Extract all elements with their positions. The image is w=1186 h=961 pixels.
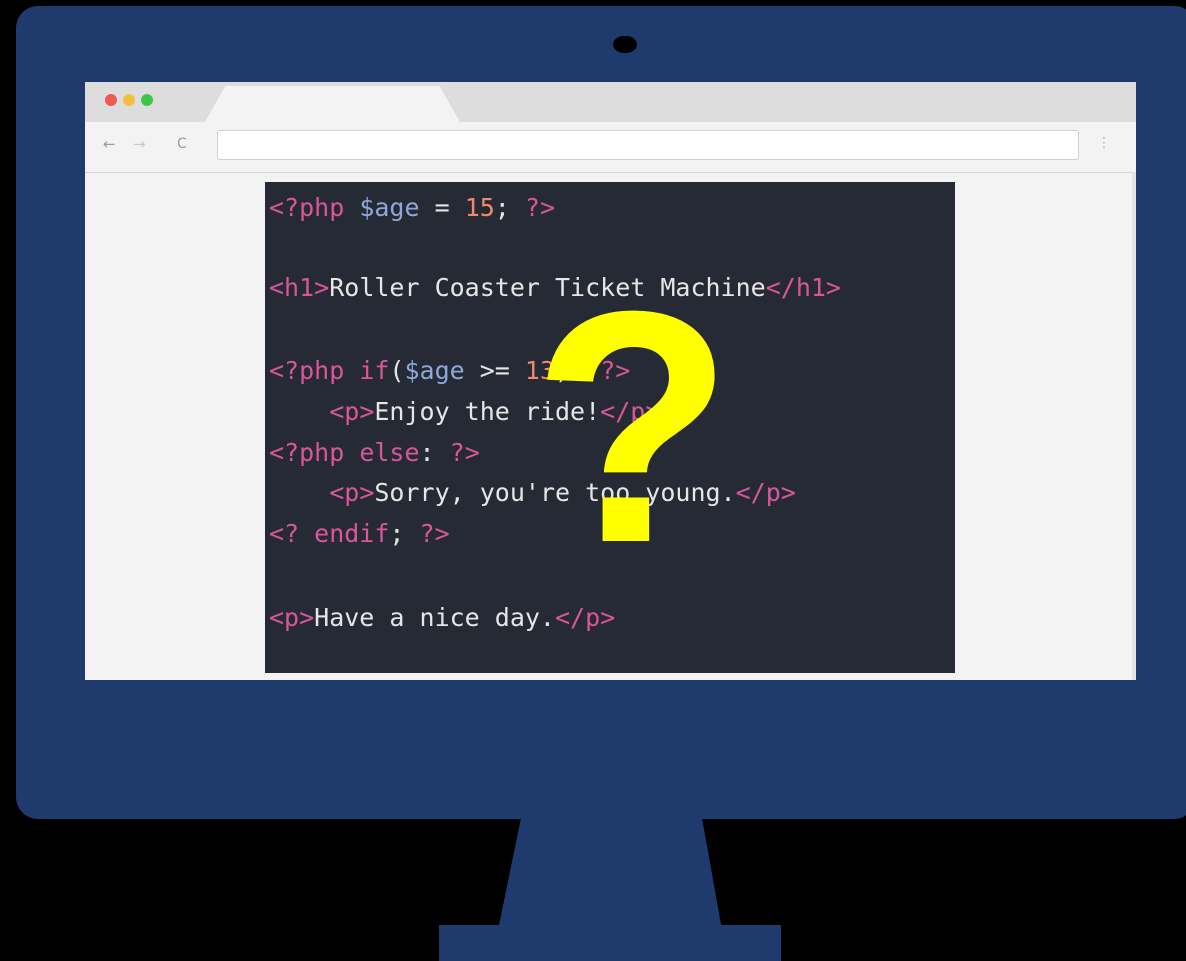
webcam-dot xyxy=(613,36,637,53)
browser-menu-icon[interactable]: ⋮ xyxy=(1097,135,1111,151)
back-arrow-icon[interactable]: ← xyxy=(103,134,116,154)
browser-tab[interactable] xyxy=(205,86,460,122)
tab-bar xyxy=(85,82,1136,122)
zoom-window-button[interactable] xyxy=(141,94,153,106)
window-edge xyxy=(1132,172,1136,680)
browser-toolbar: ← → C ⋮ xyxy=(85,122,1136,173)
reload-icon[interactable]: C xyxy=(177,134,187,154)
forward-arrow-icon[interactable]: → xyxy=(133,134,146,154)
address-bar-input[interactable] xyxy=(217,130,1079,160)
code-line-5: <?php else: ?> xyxy=(269,438,480,467)
window-controls xyxy=(105,94,153,106)
code-line-1: <?php $age = 15; ?> xyxy=(269,193,556,222)
minimize-window-button[interactable] xyxy=(123,94,135,106)
close-window-button[interactable] xyxy=(105,94,117,106)
monitor-stand-neck xyxy=(498,818,722,930)
code-line-7: <? endif; ?> xyxy=(269,519,450,548)
monitor-stand-base xyxy=(439,925,781,961)
question-mark-icon: ? xyxy=(532,242,734,611)
